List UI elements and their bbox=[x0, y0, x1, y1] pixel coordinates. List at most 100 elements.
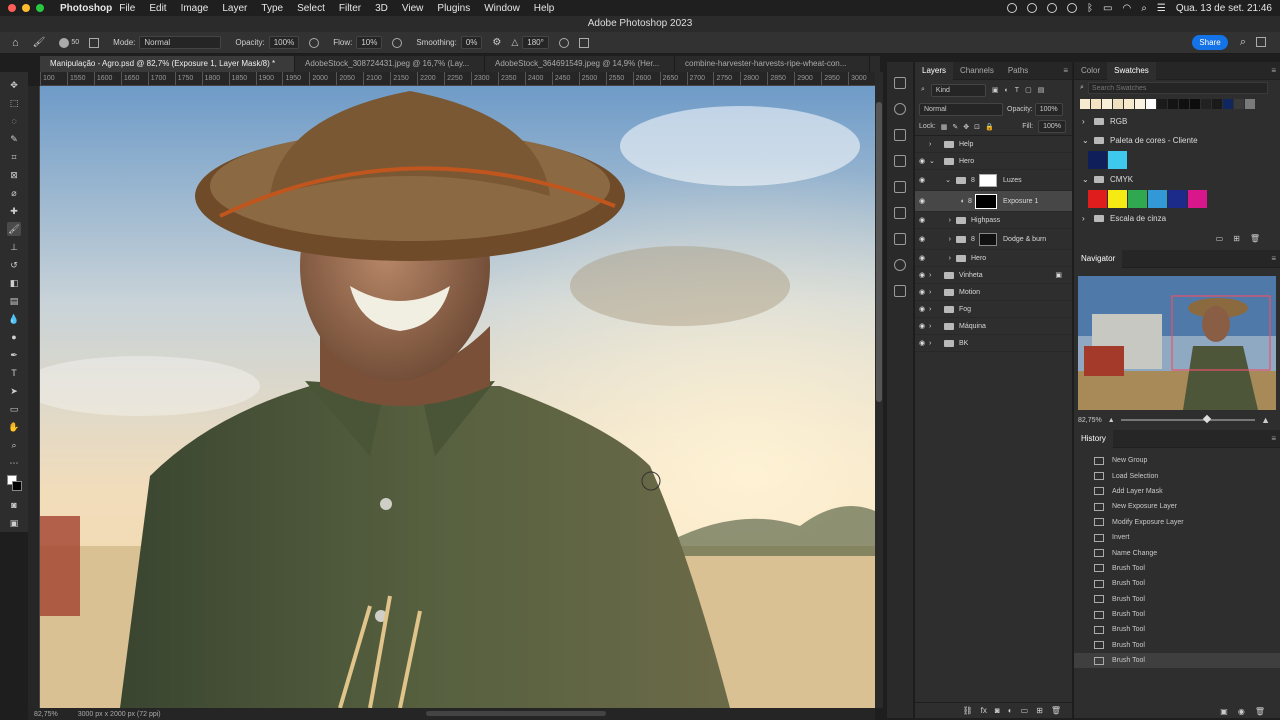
move-tool-icon[interactable]: ✥ bbox=[7, 78, 21, 91]
history-state[interactable]: New Exposure Layer bbox=[1074, 499, 1280, 514]
swatch[interactable] bbox=[1128, 190, 1147, 208]
eye-icon[interactable]: ◉ bbox=[915, 197, 929, 205]
swatch[interactable] bbox=[1168, 99, 1178, 109]
filter-pixel-icon[interactable]: ▣ bbox=[992, 86, 999, 94]
flow-field[interactable]: 10% bbox=[356, 36, 383, 49]
opacity-field[interactable]: 100% bbox=[268, 36, 300, 49]
collapse-arrow-icon[interactable]: ⌄ bbox=[1082, 136, 1094, 145]
layer-opacity-field[interactable]: 100% bbox=[1034, 102, 1063, 116]
document-canvas[interactable] bbox=[40, 86, 875, 708]
layer-style-icon[interactable]: fx bbox=[981, 706, 987, 715]
expand-arrow-icon[interactable]: › bbox=[929, 306, 939, 313]
tab-paths[interactable]: Paths bbox=[1001, 62, 1035, 80]
clock-icon[interactable] bbox=[1067, 3, 1078, 13]
marquee-tool-icon[interactable]: ⬚ bbox=[7, 96, 21, 109]
eye-icon[interactable]: ◉ bbox=[915, 254, 929, 262]
canvas-vertical-scrollbar[interactable] bbox=[875, 72, 883, 708]
swatch[interactable] bbox=[1234, 99, 1244, 109]
new-document-from-state-icon[interactable]: ▣ bbox=[1220, 707, 1228, 716]
expand-arrow-icon[interactable]: › bbox=[929, 323, 939, 330]
collapse-arrow-icon[interactable]: ⌄ bbox=[1082, 175, 1094, 184]
eye-icon[interactable]: ◉ bbox=[915, 216, 929, 224]
bluetooth-icon[interactable]: ᛒ bbox=[1087, 3, 1093, 14]
layer-row[interactable]: ◉ ⌄ 8 Luzes bbox=[915, 170, 1072, 191]
layer-row[interactable]: › Help bbox=[915, 136, 1072, 153]
history-state[interactable]: Invert bbox=[1074, 530, 1280, 545]
swatch-group-grayscale[interactable]: › Escala de cinza bbox=[1074, 209, 1280, 228]
lock-pixels-icon[interactable]: ✎ bbox=[952, 123, 958, 131]
menu-3d[interactable]: 3D bbox=[375, 3, 388, 14]
type-tool-icon[interactable]: T bbox=[7, 367, 21, 380]
mode-select[interactable]: Normal bbox=[139, 36, 222, 49]
menu-window[interactable]: Window bbox=[484, 3, 520, 14]
filter-smart-object-icon[interactable]: ▤ bbox=[1038, 86, 1045, 94]
wifi-icon[interactable]: ◠ bbox=[1123, 3, 1132, 14]
swatch[interactable] bbox=[1168, 190, 1187, 208]
menu-view[interactable]: View bbox=[402, 3, 424, 14]
expand-arrow-icon[interactable]: › bbox=[929, 141, 939, 148]
expand-arrow-icon[interactable]: › bbox=[929, 217, 951, 224]
expand-arrow-icon[interactable]: › bbox=[929, 340, 939, 347]
swatch[interactable] bbox=[1080, 99, 1090, 109]
minimize-window-button[interactable] bbox=[22, 4, 30, 12]
swatch[interactable] bbox=[1091, 99, 1101, 109]
record-icon[interactable] bbox=[1007, 3, 1018, 13]
search-swatches-input[interactable] bbox=[1087, 82, 1268, 94]
glyphs-icon[interactable] bbox=[894, 181, 906, 193]
close-window-button[interactable] bbox=[8, 4, 16, 12]
workspace-icon[interactable] bbox=[1256, 37, 1266, 47]
panel-menu-icon[interactable]: ≡ bbox=[1271, 434, 1276, 443]
history-state[interactable]: Brush Tool bbox=[1074, 592, 1280, 607]
link-layers-icon[interactable]: ⛓ bbox=[963, 706, 973, 715]
info-icon[interactable] bbox=[894, 103, 906, 115]
swatch-group-rgb[interactable]: › RGB bbox=[1074, 112, 1280, 131]
character-icon[interactable] bbox=[894, 129, 906, 141]
layer-row-selected[interactable]: ◉ ◐ 8 Exposure 1 bbox=[915, 191, 1072, 212]
collapse-arrow-icon[interactable]: ⌄ bbox=[929, 157, 939, 165]
panel-menu-icon[interactable]: ≡ bbox=[1271, 66, 1276, 75]
swatch-group-cmyk[interactable]: ⌄ CMYK bbox=[1074, 170, 1280, 189]
filter-shape-icon[interactable]: ▢ bbox=[1025, 86, 1032, 94]
pressure-size-icon[interactable] bbox=[558, 37, 569, 48]
eye-icon[interactable]: ◉ bbox=[915, 322, 929, 330]
menu-plugins[interactable]: Plugins bbox=[437, 3, 470, 14]
zoom-tool-icon[interactable]: ⌕ bbox=[7, 439, 21, 452]
eye-icon[interactable]: ◉ bbox=[915, 235, 929, 243]
filter-type-icon[interactable]: T bbox=[1015, 87, 1019, 94]
link-icon[interactable]: 8 bbox=[965, 198, 975, 205]
swatch[interactable] bbox=[1124, 99, 1134, 109]
layer-row[interactable]: ◉ ⌄ Hero bbox=[915, 153, 1072, 170]
swatch[interactable] bbox=[1223, 99, 1233, 109]
menu-file[interactable]: File bbox=[119, 3, 135, 14]
expand-arrow-icon[interactable]: › bbox=[929, 236, 951, 243]
libraries-icon[interactable] bbox=[894, 77, 906, 89]
swatch[interactable] bbox=[1088, 190, 1107, 208]
expand-arrow-icon[interactable]: › bbox=[1082, 117, 1094, 126]
navigator-title[interactable]: Navigator bbox=[1074, 249, 1123, 268]
layer-filter-kind[interactable]: Kind bbox=[930, 83, 986, 97]
layer-row[interactable]: ◉ › Vinheta ▣ bbox=[915, 267, 1072, 284]
symmetry-icon[interactable] bbox=[578, 37, 589, 48]
layer-row[interactable]: ◉ › 8 Dodge & burn bbox=[915, 229, 1072, 250]
tab-swatches[interactable]: Swatches bbox=[1107, 61, 1156, 80]
healing-brush-tool-icon[interactable]: ✚ bbox=[7, 204, 21, 217]
quick-mask-icon[interactable]: ◙ bbox=[7, 498, 21, 511]
eyedropper-tool-icon[interactable]: ⌀ bbox=[7, 186, 21, 199]
navigator-thumbnail[interactable] bbox=[1078, 276, 1276, 410]
expand-arrow-icon[interactable]: › bbox=[929, 255, 951, 262]
paragraph-icon[interactable] bbox=[894, 155, 906, 167]
frame-tool-icon[interactable]: ⊠ bbox=[7, 168, 21, 181]
brush-size-icon[interactable] bbox=[59, 37, 70, 48]
eye-icon[interactable]: ◉ bbox=[915, 339, 929, 347]
menu-edit[interactable]: Edit bbox=[149, 3, 166, 14]
eye-icon[interactable]: ◉ bbox=[915, 288, 929, 296]
history-title[interactable]: History bbox=[1074, 429, 1113, 448]
search-icon[interactable]: ⌕ bbox=[1141, 3, 1147, 14]
pen-tool-icon[interactable]: ✒ bbox=[7, 349, 21, 362]
status-zoom[interactable]: 82,75% bbox=[34, 711, 58, 718]
comments-icon[interactable] bbox=[894, 285, 906, 297]
eye-icon[interactable]: ◉ bbox=[915, 176, 929, 184]
eye-icon[interactable]: ◉ bbox=[915, 305, 929, 313]
link-icon[interactable]: 8 bbox=[971, 236, 979, 243]
battery-icon[interactable]: ▭ bbox=[1103, 3, 1112, 14]
